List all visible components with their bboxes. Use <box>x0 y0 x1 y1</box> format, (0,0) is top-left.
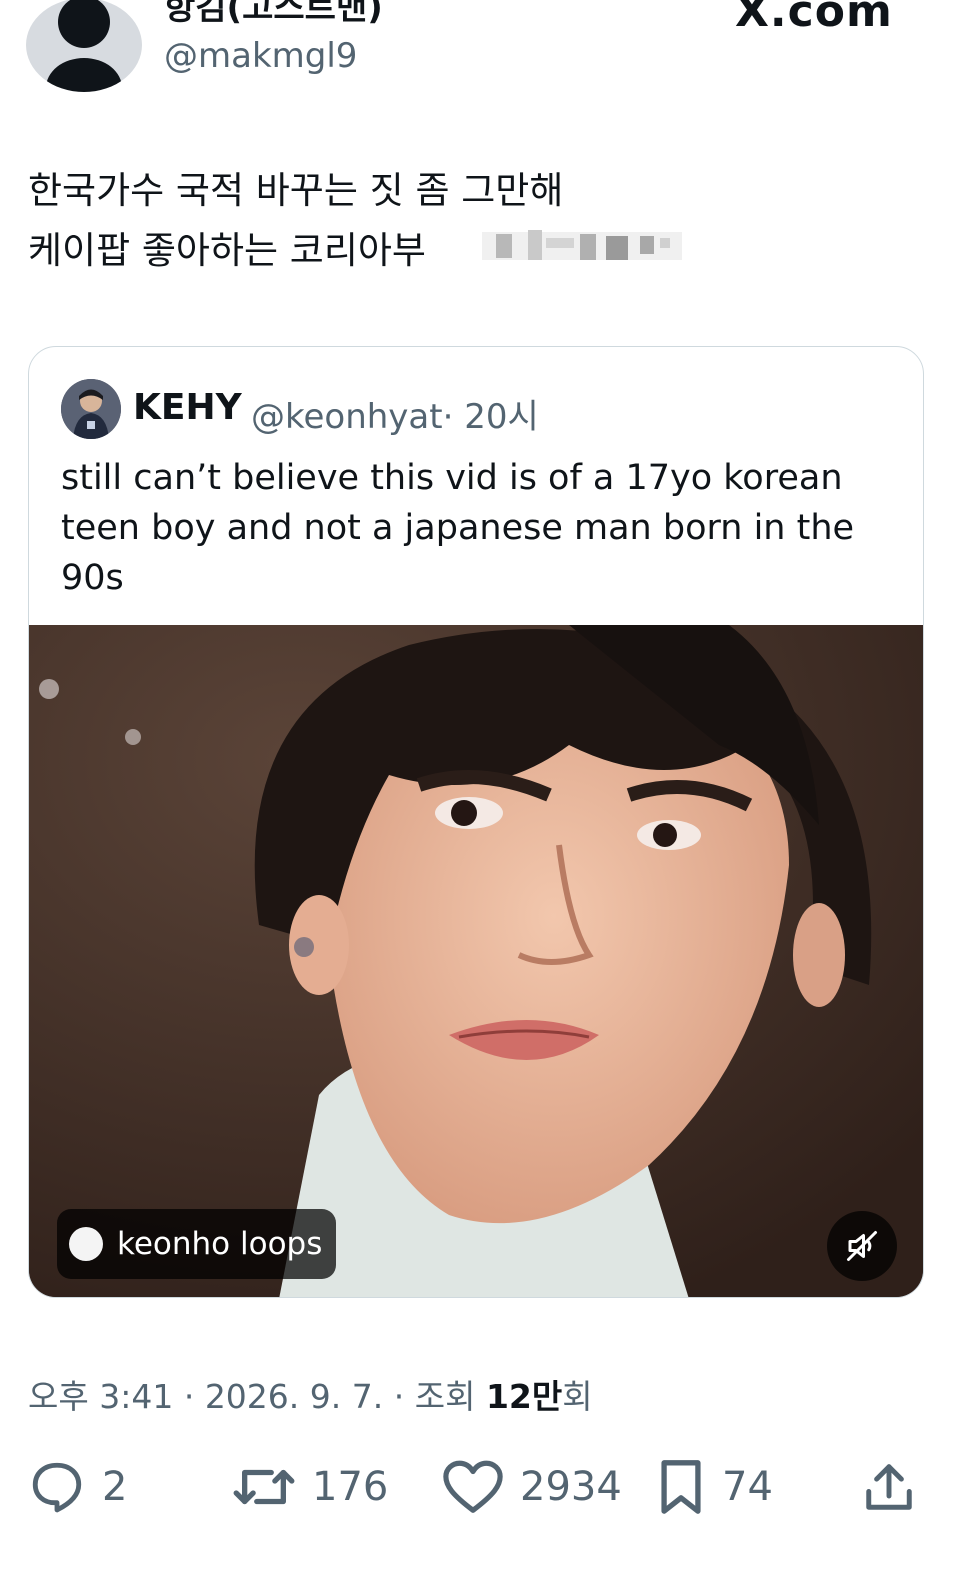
mute-button[interactable] <box>827 1211 897 1281</box>
censor-blur <box>482 230 682 260</box>
bookmark-count: 74 <box>722 1464 773 1510</box>
tweet-date[interactable]: 2026. 9. 7. <box>205 1377 383 1416</box>
quoted-tweet-card[interactable]: KEHY @keonhyat· 20시 still can’t believe … <box>28 346 924 1298</box>
retweet-icon <box>233 1469 295 1505</box>
tweet-time[interactable]: 오후 3:41 <box>28 1377 173 1416</box>
heart-icon <box>443 1460 503 1513</box>
share-icon <box>866 1464 912 1510</box>
like-button[interactable]: 2934 <box>442 1458 622 1516</box>
like-count: 2934 <box>520 1464 622 1510</box>
video-media[interactable]: keonho loops <box>29 625 923 1297</box>
user-handle[interactable]: @makmgl9 <box>164 36 357 76</box>
retweet-button[interactable]: 176 <box>232 1458 388 1516</box>
site-logo: X.com <box>735 0 893 37</box>
display-name[interactable]: 항김(고스트맨) <box>164 0 383 29</box>
quoted-tweet-text: still can’t believe this vid is of a 17y… <box>61 458 855 598</box>
share-button[interactable] <box>862 1458 916 1516</box>
media-source-label[interactable]: keonho loops <box>57 1209 337 1279</box>
quoted-display-name[interactable]: KEHY <box>133 387 242 428</box>
reply-count: 2 <box>102 1464 128 1510</box>
video-still <box>29 625 923 1297</box>
retweet-count: 176 <box>312 1464 389 1510</box>
tweet-meta: 오후 3:41 · 2026. 9. 7. · 조회 12만회 <box>28 1377 593 1416</box>
tweet-text-line-1: 한국가수 국적 바꾸는 짓 좀 그만해 <box>28 169 564 212</box>
view-count: 12만 <box>485 1377 563 1416</box>
quoted-handle[interactable]: @keonhyat <box>251 397 443 437</box>
quoted-avatar[interactable] <box>61 379 121 439</box>
bookmark-button[interactable]: 74 <box>656 1458 773 1516</box>
quoted-handle-time: @keonhyat· 20시 <box>251 389 539 438</box>
reply-button[interactable]: 2 <box>28 1458 127 1516</box>
tweet-text-line-2: 케이팝 좋아하는 코리아부 <box>28 229 426 272</box>
media-source-text: keonho loops <box>117 1226 323 1262</box>
speaker-muted-icon <box>847 1231 877 1261</box>
bookmark-icon <box>661 1460 701 1514</box>
source-avatar <box>69 1227 103 1261</box>
quoted-time: · 20시 <box>442 397 539 437</box>
reply-icon <box>32 1462 82 1513</box>
avatar[interactable] <box>26 0 142 92</box>
